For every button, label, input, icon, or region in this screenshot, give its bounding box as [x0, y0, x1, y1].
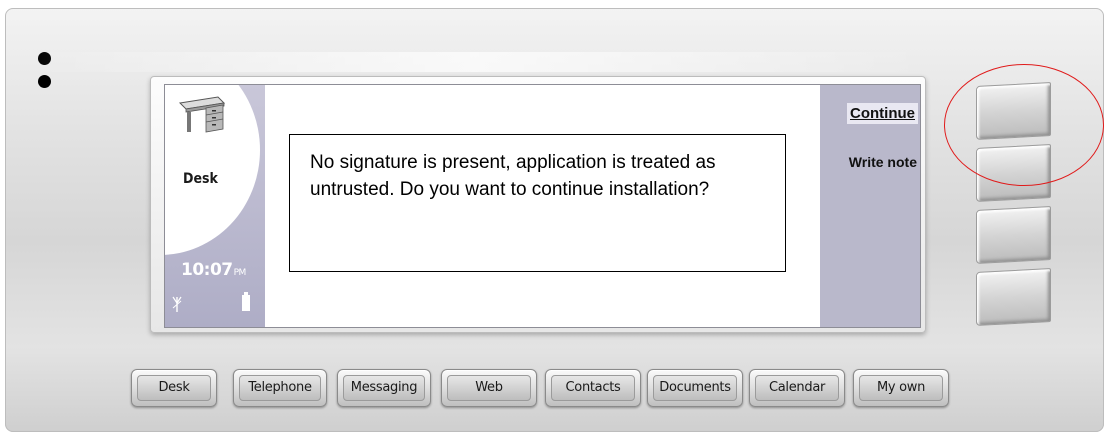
- current-app-label: Desk: [183, 171, 218, 187]
- signal-antenna-icon: [172, 296, 182, 312]
- app-button-calendar[interactable]: Calendar: [749, 369, 845, 407]
- dialog-message: No signature is present, application is …: [310, 152, 716, 200]
- app-button-telephone[interactable]: Telephone: [233, 369, 327, 407]
- app-button-label: Contacts: [551, 375, 635, 401]
- app-button-label: Web: [447, 375, 531, 401]
- untrusted-app-dialog: No signature is present, application is …: [289, 134, 786, 272]
- indicator-dot-top: [38, 52, 51, 65]
- app-button-label: Calendar: [755, 375, 839, 401]
- app-button-label: Messaging: [343, 375, 425, 401]
- desk-icon: [178, 96, 226, 133]
- app-button-label: My own: [859, 375, 943, 401]
- app-button-web[interactable]: Web: [441, 369, 537, 407]
- highlight-ring: [944, 64, 1104, 186]
- app-button-label: Desk: [137, 375, 211, 401]
- softkey-button-4[interactable]: [976, 268, 1051, 326]
- softkey-button-3[interactable]: [976, 206, 1051, 264]
- clock-time: 10:07: [181, 260, 233, 280]
- app-button-label: Telephone: [239, 375, 321, 401]
- app-button-label: Documents: [653, 375, 737, 401]
- app-button-messaging[interactable]: Messaging: [337, 369, 431, 407]
- battery-icon: [242, 292, 250, 311]
- app-button-documents[interactable]: Documents: [647, 369, 743, 407]
- app-button-contacts[interactable]: Contacts: [545, 369, 641, 407]
- app-button-my-own[interactable]: My own: [853, 369, 949, 407]
- clock-ampm: PM: [233, 268, 247, 278]
- app-button-desk[interactable]: Desk: [131, 369, 217, 407]
- write-note-softkey[interactable]: Write note: [837, 153, 917, 171]
- clock: 10:07PM: [181, 260, 246, 280]
- status-pane: Desk 10:07PM: [165, 85, 265, 327]
- softkey-pane: Continue Write note: [820, 85, 920, 327]
- continue-softkey[interactable]: Continue: [847, 103, 918, 124]
- indicator-dot-bottom: [38, 75, 51, 88]
